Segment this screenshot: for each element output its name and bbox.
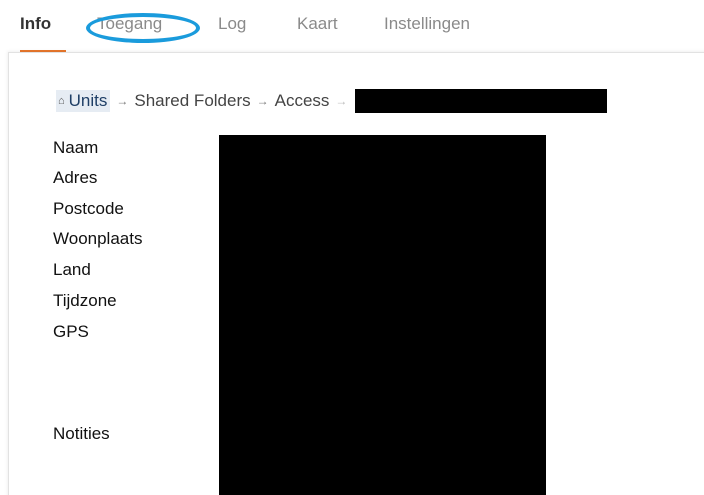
label-gps: GPS (53, 322, 89, 341)
tab-instellingen[interactable]: Instellingen (384, 14, 470, 34)
tab-bar: Info Toegang Log Kaart Instellingen (0, 0, 704, 53)
breadcrumb-label-units: Units (68, 91, 108, 110)
breadcrumb-item-shared-folders[interactable]: Shared Folders (134, 91, 250, 111)
tab-toegang[interactable]: Toegang (97, 14, 162, 34)
breadcrumb-separator: → (335, 94, 348, 108)
home-icon: ⌂ (58, 95, 65, 107)
breadcrumb: ⌂ Units → Shared Folders → Access → (56, 89, 608, 113)
breadcrumb-separator: → (256, 94, 269, 108)
redacted-field-values (219, 135, 546, 495)
label-tijdzone: Tijdzone (53, 291, 117, 310)
label-naam: Naam (53, 138, 99, 157)
tab-info[interactable]: Info (20, 14, 51, 34)
label-land: Land (53, 260, 91, 279)
tab-kaart[interactable]: Kaart (297, 14, 338, 34)
label-adres: Adres (53, 168, 98, 187)
page: Info Toegang Log Kaart Instellingen ⌂ Un… (0, 0, 704, 495)
label-postcode: Postcode (53, 199, 124, 218)
tab-log[interactable]: Log (218, 14, 246, 34)
breadcrumb-item-access[interactable]: Access (275, 91, 330, 111)
redacted-breadcrumb-item (355, 89, 608, 113)
breadcrumb-separator: → (116, 94, 129, 108)
label-woonplaats: Woonplaats (53, 229, 143, 248)
breadcrumb-item-units[interactable]: ⌂ Units (56, 90, 111, 112)
label-notities: Notities (53, 424, 110, 443)
